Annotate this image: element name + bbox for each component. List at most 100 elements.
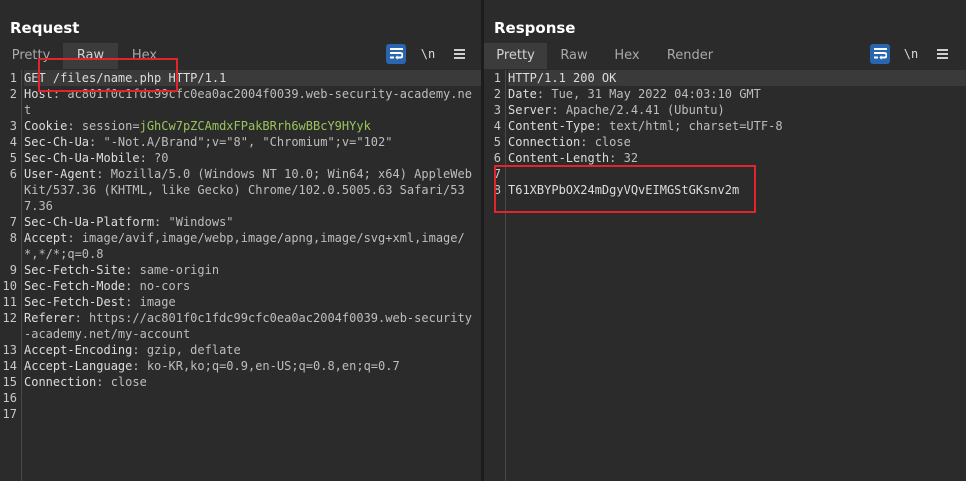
response-line: 4 Content-Type: text/html; charset=UTF-8: [484, 118, 966, 134]
request-line-number: 8: [9, 231, 17, 245]
response-line-content: Connection: close: [508, 135, 631, 149]
request-line: 5 Sec-Ch-Ua-Mobile: ?0: [0, 150, 481, 166]
request-line-number: 15: [2, 375, 17, 389]
request-line: 17: [0, 406, 481, 422]
response-newline-toggle[interactable]: \n: [901, 44, 921, 64]
response-line-number: 5: [493, 135, 501, 149]
request-line-number: 7: [9, 215, 17, 229]
request-header-name: Accept-Language: [24, 359, 133, 373]
response-pane: Response Pretty Raw Hex Render \n 1 HTTP/…: [484, 0, 966, 481]
request-header-value: image: [139, 295, 176, 309]
response-line: 8 T61XBYPbOX24mDgyVQvEIMGStGKsnv2m: [484, 182, 966, 198]
response-line: 2 Date: Tue, 31 May 2022 04:03:10 GMT: [484, 86, 966, 102]
request-line-number: 16: [2, 391, 17, 405]
request-line-number: 11: [2, 295, 17, 309]
response-line: 6 Content-Length: 32: [484, 150, 966, 166]
request-header-value: https://ac801f0c1fdc99cfc0ea0ac2004f0039…: [24, 311, 472, 341]
response-editor[interactable]: 1 HTTP/1.1 200 OK 2 Date: Tue, 31 May 2022 …: [484, 70, 966, 481]
request-line-number: 17: [2, 407, 17, 421]
request-header-name: Sec-Ch-Ua-Platform: [24, 215, 155, 229]
request-line-content: User-Agent: Mozilla/5.0 (Windows NT 10.0…: [24, 167, 472, 213]
response-word-wrap-button[interactable]: [870, 44, 890, 64]
request-line: 15 Connection: close: [0, 374, 481, 390]
request-line: 14 Accept-Language: ko-KR,ko;q=0.9,en-US;…: [0, 358, 481, 374]
response-header-name: Connection: [508, 135, 581, 149]
request-line: 6 User-Agent: Mozilla/5.0 (Windows NT 10.…: [0, 166, 481, 214]
response-line-content: Content-Type: text/html; charset=UTF-8: [508, 119, 783, 133]
word-wrap-icon: [389, 48, 403, 60]
request-tab-raw[interactable]: Raw: [63, 43, 118, 69]
request-line-content: Sec-Fetch-Site: same-origin: [24, 263, 220, 277]
response-line: 5 Connection: close: [484, 134, 966, 150]
response-tab-hex[interactable]: Hex: [607, 43, 647, 69]
request-header-name: Sec-Ch-Ua-Mobile: [24, 151, 140, 165]
response-header-value: Tue, 31 May 2022 04:03:10 GMT: [551, 87, 761, 101]
response-header-name: Date: [508, 87, 537, 101]
request-line-content: Host: ac801f0c1fdc99cfc0ea0ac2004f0039.w…: [24, 87, 472, 117]
response-line-content: HTTP/1.1 200 OK: [508, 70, 966, 86]
request-line-content: Sec-Ch-Ua: "-Not.A/Brand";v="8", "Chromi…: [24, 135, 393, 149]
request-header-value: gzip, deflate: [146, 343, 241, 357]
request-line: 7 Sec-Ch-Ua-Platform: "Windows": [0, 214, 481, 230]
response-header-name: HTTP/1.1 200 OK: [508, 71, 617, 85]
request-header-name: Cookie: [24, 119, 68, 133]
request-line-content: Sec-Fetch-Dest: image: [24, 295, 176, 309]
response-tab-raw[interactable]: Raw: [553, 43, 595, 69]
request-menu-button[interactable]: [451, 44, 467, 64]
request-line-number: 5: [9, 151, 17, 165]
response-header-value: Apache/2.4.41 (Ubuntu): [565, 103, 725, 117]
request-tab-pretty[interactable]: Pretty: [6, 43, 56, 69]
request-header-value: "-Not.A/Brand";v="8", "Chromium";v="102": [103, 135, 393, 149]
request-header-name: Host: [24, 87, 53, 101]
request-header-value: close: [110, 375, 147, 389]
request-header-value: image/avif,image/webp,image/apng,image/s…: [24, 231, 465, 261]
request-line-content: Accept: image/avif,image/webp,image/apng…: [24, 231, 465, 261]
request-line-content: Accept-Encoding: gzip, deflate: [24, 343, 241, 357]
request-title: Request: [10, 19, 80, 37]
request-line-content: Accept-Language: ko-KR,ko;q=0.9,en-US;q=…: [24, 359, 400, 373]
request-line-number: 14: [2, 359, 17, 373]
request-line-content: Referer: https://ac801f0c1fdc99cfc0ea0ac…: [24, 311, 472, 341]
request-line-number: 2: [9, 87, 17, 101]
response-line-number: 8: [493, 183, 501, 197]
request-header-value: session=jGhCw7pZCAmdxFPakBRrh6wBBcY9HYyk: [81, 119, 371, 133]
request-line: 13 Accept-Encoding: gzip, deflate: [0, 342, 481, 358]
request-editor[interactable]: 1 GET /files/name.php HTTP/1.1 2 Host: ac80…: [0, 70, 481, 481]
request-header-name: Referer: [24, 311, 75, 325]
response-line: 1 HTTP/1.1 200 OK: [484, 70, 966, 86]
request-word-wrap-button[interactable]: [386, 44, 406, 64]
hamburger-menu-icon: [451, 49, 467, 59]
request-newline-toggle[interactable]: \n: [418, 44, 438, 64]
response-tab-render[interactable]: Render: [660, 43, 720, 69]
response-line-number: 3: [493, 103, 501, 117]
response-header-value: 32: [623, 151, 639, 165]
response-tab-pretty[interactable]: Pretty: [484, 43, 547, 69]
request-line-content: Sec-Ch-Ua-Mobile: ?0: [24, 151, 169, 165]
request-line: 1 GET /files/name.php HTTP/1.1: [0, 70, 481, 86]
request-line-number: 4: [9, 135, 17, 149]
request-header-value: ac801f0c1fdc99cfc0ea0ac2004f0039.web-sec…: [24, 87, 472, 117]
request-line-number: 1: [9, 71, 17, 85]
request-header-name: Accept-Encoding: [24, 343, 133, 357]
request-header-name: User-Agent: [24, 167, 97, 181]
response-line-content: T61XBYPbOX24mDgyVQvEIMGStGKsnv2m: [508, 182, 966, 198]
response-header-value: text/html; charset=UTF-8: [609, 119, 783, 133]
request-header-value: ko-KR,ko;q=0.9,en-US;q=0.8,en;q=0.7: [146, 359, 400, 373]
request-line-content: GET /files/name.php HTTP/1.1: [24, 70, 481, 86]
response-header-name: Content-Length: [508, 151, 610, 165]
request-tabbar: Pretty Raw Hex: [0, 43, 481, 69]
request-lines: 1 GET /files/name.php HTTP/1.1 2 Host: ac80…: [0, 70, 481, 422]
request-line-number: 13: [2, 343, 17, 357]
request-header-value: same-origin: [139, 263, 220, 277]
response-line-content: Content-Length: 32: [508, 151, 639, 165]
word-wrap-icon: [873, 48, 887, 60]
response-line-number: 1: [493, 71, 501, 85]
response-line-number: 2: [493, 87, 501, 101]
request-line: 9 Sec-Fetch-Site: same-origin: [0, 262, 481, 278]
response-line-number: 4: [493, 119, 501, 133]
response-menu-button[interactable]: [934, 44, 950, 64]
response-header-name: Content-Type: [508, 119, 595, 133]
request-line: 3 Cookie: session=jGhCw7pZCAmdxFPakBRrh6w…: [0, 118, 481, 134]
request-tab-hex[interactable]: Hex: [122, 43, 167, 69]
request-header-name: GET /files/name.php HTTP/1.1: [24, 71, 227, 85]
